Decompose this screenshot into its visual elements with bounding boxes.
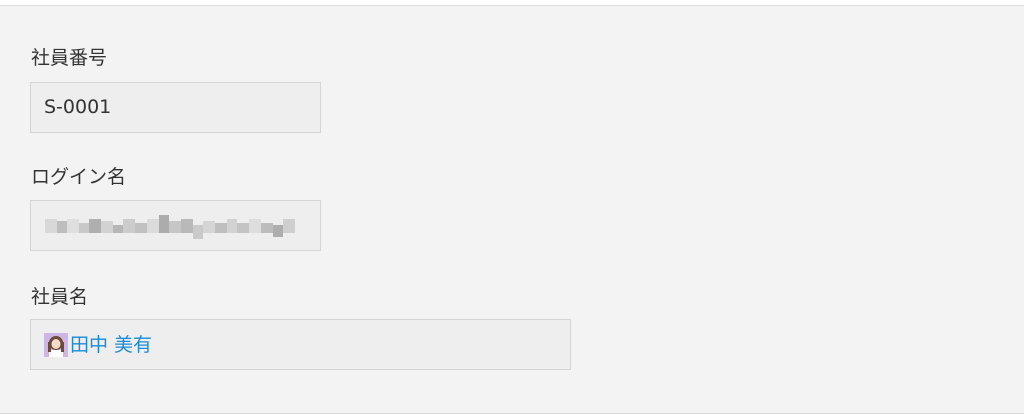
employee-name-value: 田中 美有 — [70, 334, 153, 356]
employee-name-link[interactable]: 田中 美有 — [44, 332, 152, 358]
employee-id-label: 社員番号 — [31, 47, 108, 69]
user-avatar-icon — [44, 333, 68, 357]
employee-name-label: 社員名 — [31, 286, 89, 308]
employee-id-field: S-0001 — [30, 82, 321, 133]
redacted-login-name — [45, 215, 295, 239]
employee-name-field: 田中 美有 — [30, 319, 571, 370]
login-name-label: ログイン名 — [31, 166, 127, 188]
login-name-field — [30, 200, 321, 251]
employee-id-value: S-0001 — [44, 96, 112, 118]
employee-detail-panel: 社員番号 S-0001 ログイン名 社員名 田中 美有 — [0, 5, 1024, 414]
